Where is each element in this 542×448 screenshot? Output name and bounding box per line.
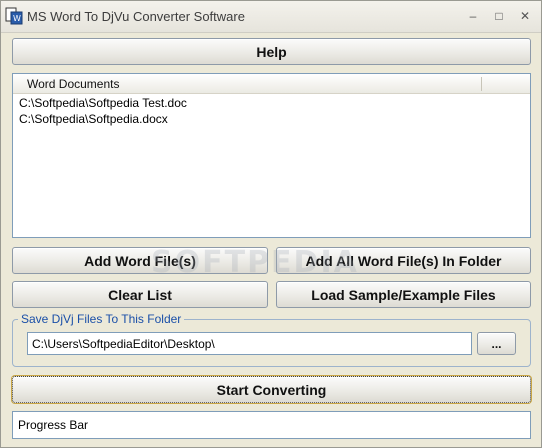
list-item[interactable]: C:\Softpedia\Softpedia.docx xyxy=(19,112,168,126)
help-button-label: Help xyxy=(256,43,287,60)
window-title: MS Word To DjVu Converter Software xyxy=(27,9,245,24)
output-folder-input[interactable] xyxy=(27,332,472,355)
column-header-word-documents[interactable]: Word Documents xyxy=(27,77,119,91)
progress-bar: Progress Bar xyxy=(12,411,531,439)
add-word-files-button[interactable]: Add Word File(s) xyxy=(12,247,268,274)
start-converting-label: Start Converting xyxy=(216,381,327,398)
start-converting-button[interactable]: Start Converting xyxy=(12,376,531,403)
main-window: W MS Word To DjVu Converter Software – □… xyxy=(0,0,542,448)
output-folder-group-label: Save DjVj Files To This Folder xyxy=(18,312,185,326)
load-sample-label: Load Sample/Example Files xyxy=(311,286,496,303)
app-icon: W xyxy=(5,7,23,25)
svg-text:W: W xyxy=(13,14,21,23)
browse-button-label: ... xyxy=(491,336,502,351)
list-item[interactable]: C:\Softpedia\Softpedia Test.doc xyxy=(19,96,187,110)
add-folder-label: Add All Word File(s) In Folder xyxy=(305,252,502,269)
add-folder-button[interactable]: Add All Word File(s) In Folder xyxy=(276,247,531,274)
load-sample-button[interactable]: Load Sample/Example Files xyxy=(276,281,531,308)
progress-bar-label: Progress Bar xyxy=(18,418,89,432)
list-header[interactable]: Word Documents xyxy=(13,74,530,94)
add-word-files-label: Add Word File(s) xyxy=(84,252,196,269)
help-button[interactable]: Help xyxy=(12,38,531,65)
word-documents-list[interactable]: Word Documents C:\Softpedia\Softpedia Te… xyxy=(12,73,531,238)
clear-list-button[interactable]: Clear List xyxy=(12,281,268,308)
column-separator[interactable] xyxy=(481,77,482,91)
browse-button[interactable]: ... xyxy=(477,332,516,355)
clear-list-label: Clear List xyxy=(108,286,172,303)
minimize-button[interactable]: – xyxy=(463,7,483,25)
close-button[interactable]: ✕ xyxy=(515,7,535,25)
title-bar[interactable]: W MS Word To DjVu Converter Software – □… xyxy=(1,1,541,33)
maximize-button[interactable]: □ xyxy=(489,7,509,25)
